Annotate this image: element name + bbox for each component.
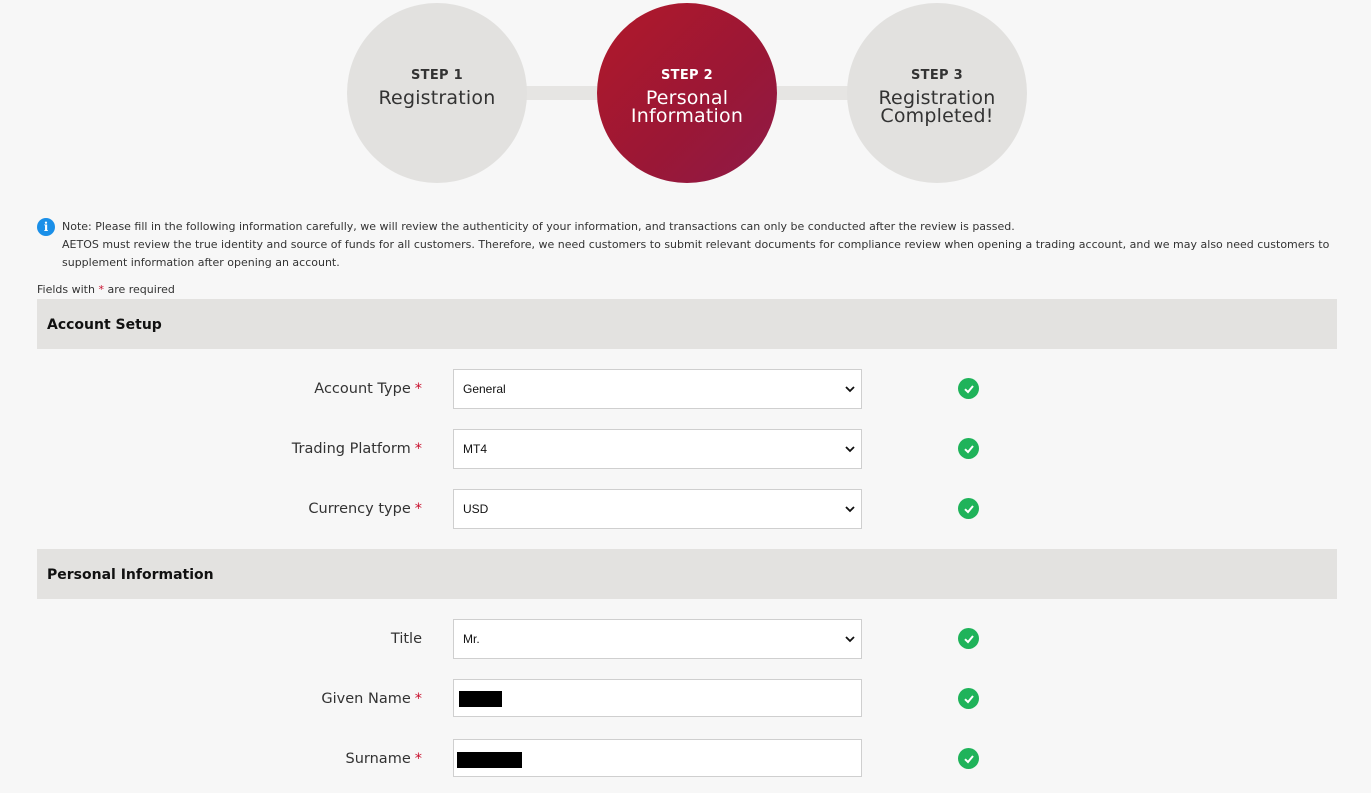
required-star: * [414,691,422,707]
chevron-down-icon [845,636,855,643]
note-text: Note: Please fill in the following infor… [62,218,1337,272]
step-name-line: Completed! [880,105,994,127]
check-circle-icon [958,438,979,459]
required-star: * [414,501,422,517]
account-type-select[interactable]: General [453,369,862,409]
select-value: MT4 [463,442,487,456]
required-star: * [414,381,422,397]
required-fields-hint: Fields with * are required [37,283,175,296]
form-row-given-name: Given Name * [0,679,1371,719]
step-2-personal-information: STEP 2 Personal Information [597,3,777,183]
form-row-trading-platform: Trading Platform * MT4 [0,429,1371,469]
section-header-personal-information: Personal Information [37,549,1337,599]
step-number: STEP 3 [910,68,963,83]
step-3-registration-completed: STEP 3 Registration Completed! [847,3,1027,183]
field-label: Account Type * [314,369,422,409]
required-hint-prefix: Fields with [37,283,95,296]
info-icon: i [37,218,55,236]
step-number: STEP 1 [410,68,463,83]
check-circle-icon [958,498,979,519]
registration-stepper: STEP 1 Registration STEP 2 Personal Info… [0,0,1371,200]
required-hint-suffix: are required [107,283,175,296]
check-circle-icon [958,748,979,769]
redacted-value [457,752,522,768]
currency-type-select[interactable]: USD [453,489,862,529]
surname-input[interactable] [453,739,862,777]
field-label: Surname * [346,739,422,779]
field-label: Title [391,619,422,659]
redacted-value [459,691,502,707]
select-value: USD [463,502,489,516]
form-row-title: Title Mr. [0,619,1371,659]
label-text: Title [390,631,422,647]
form-row-currency-type: Currency type * USD [0,489,1371,529]
trading-platform-select[interactable]: MT4 [453,429,862,469]
check-circle-icon [958,628,979,649]
step-name: Registration Completed! [879,89,996,127]
compliance-note: i Note: Please fill in the following inf… [37,218,1337,272]
step-number: STEP 2 [660,68,713,83]
step-name: Registration [378,87,496,109]
step-1-registration: STEP 1 Registration [347,3,527,183]
label-text: Surname [345,751,411,767]
field-label: Given Name * [321,679,422,719]
select-value: General [463,382,506,396]
given-name-input[interactable] [453,679,862,717]
step-name-line: Information [630,105,744,127]
form-row-account-type: Account Type * General [0,369,1371,409]
note-line-2: AETOS must review the true identity and … [62,238,1330,269]
chevron-down-icon [845,446,855,453]
step-name-line: Registration [378,87,496,109]
chevron-down-icon [845,386,855,393]
step-name: Personal Information [630,89,744,127]
required-star: * [98,283,104,296]
label-text: Trading Platform [291,441,411,457]
chevron-down-icon [845,506,855,513]
title-select[interactable]: Mr. [453,619,862,659]
label-text: Account Type [314,381,411,397]
label-text: Given Name [321,691,411,707]
note-line-1: Note: Please fill in the following infor… [62,220,1015,233]
form-row-surname: Surname * [0,739,1371,779]
required-star: * [414,441,422,457]
select-value: Mr. [463,632,480,646]
check-circle-icon [958,688,979,709]
check-circle-icon [958,378,979,399]
required-star: * [414,751,422,767]
label-text: Currency type [308,501,411,517]
field-label: Trading Platform * [292,429,422,469]
field-label: Currency type * [308,489,422,529]
section-header-account-setup: Account Setup [37,299,1337,349]
